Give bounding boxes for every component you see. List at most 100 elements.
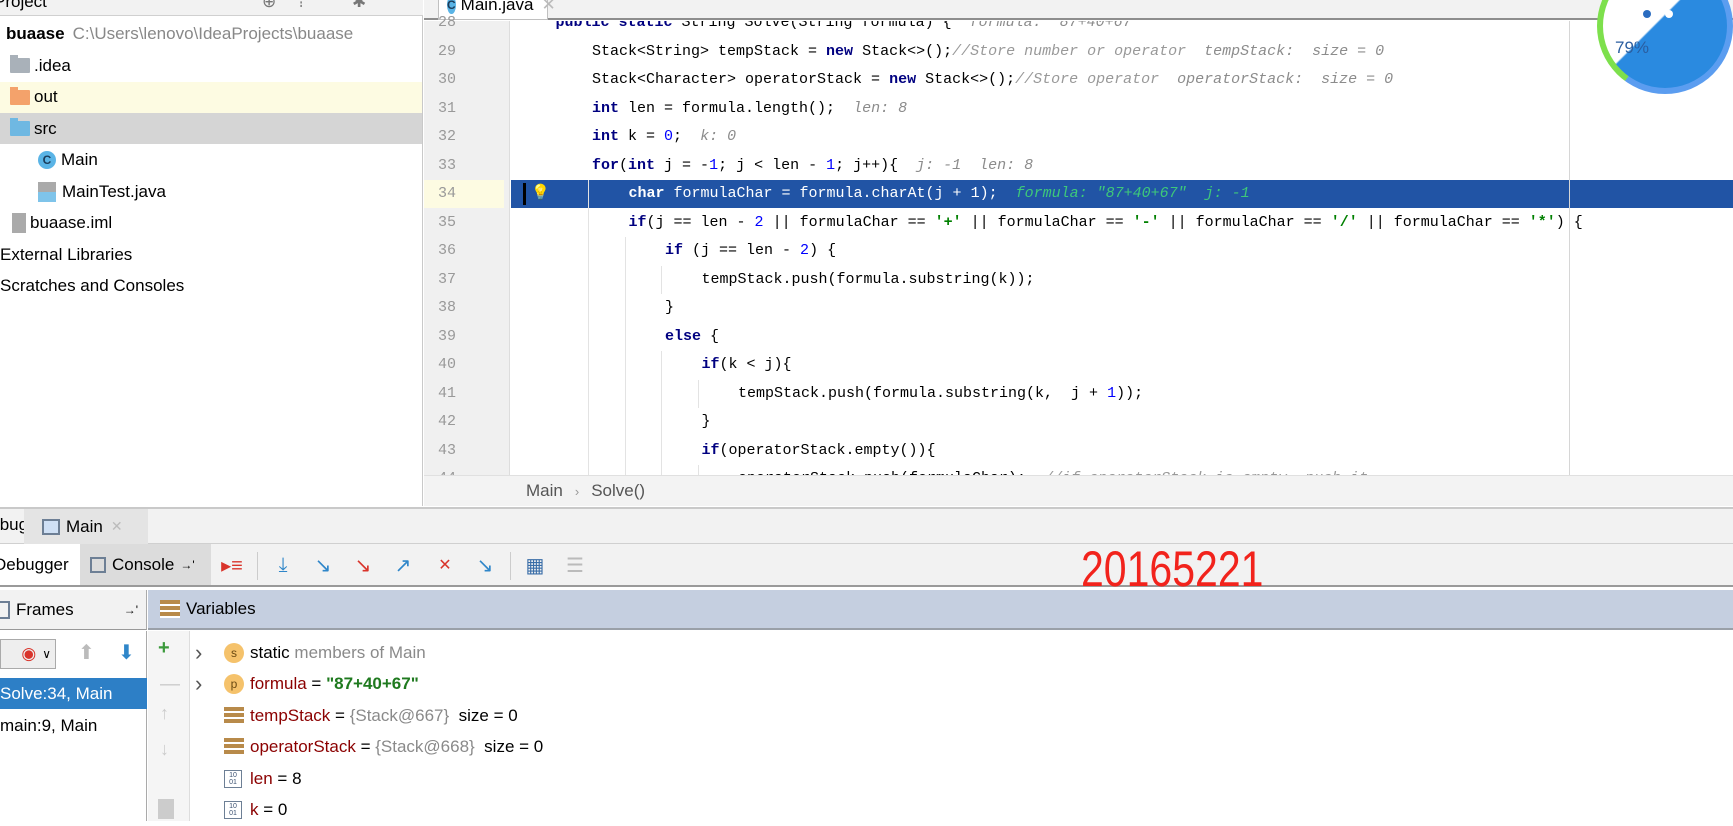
tree-item[interactable]: Scratches and Consoles — [0, 271, 422, 302]
frame-item[interactable]: Solve:34, Main — [0, 678, 147, 709]
arrow-up-icon[interactable]: ⬆ — [78, 640, 95, 665]
code-line[interactable]: if (j == len - 2) { — [511, 237, 1733, 266]
code-line[interactable]: if(operatorStack.empty()){ — [511, 436, 1733, 465]
run-to-cursor-icon[interactable]: ↘ — [472, 552, 498, 578]
line-number[interactable]: 35 — [430, 209, 470, 237]
tree-item-label: External Libraries — [0, 244, 133, 264]
code-line[interactable]: } — [511, 408, 1733, 437]
variables-panel: › s static members of Main › p formula = "87+… — [191, 631, 1733, 821]
code-line[interactable]: } — [511, 294, 1733, 323]
move-up-icon[interactable]: ↑ — [160, 703, 169, 724]
line-number[interactable]: 43 — [430, 437, 470, 465]
editor-gutter[interactable]: 2829303132333435363738394041424344 — [424, 14, 510, 487]
code-line[interactable]: int len = formula.length(); len: 8 — [511, 95, 1733, 123]
line-number[interactable]: 34 — [424, 180, 504, 208]
close-icon[interactable]: ✕ — [541, 0, 555, 15]
code-line[interactable]: Stack<Character> operatorStack = new Sta… — [511, 66, 1733, 94]
indent-guide — [661, 465, 662, 475]
tree-item[interactable]: .idea — [0, 50, 422, 81]
line-number[interactable]: 36 — [430, 237, 470, 265]
line-number[interactable]: 40 — [430, 351, 470, 379]
line-number[interactable]: 28 — [430, 9, 470, 37]
arrow-down-icon[interactable]: ⬇ — [118, 640, 135, 665]
lightbulb-icon[interactable]: 💡 — [531, 180, 550, 208]
tree-item[interactable]: src — [0, 113, 422, 144]
code-line[interactable]: tempStack.push(formula.substring(k)); — [511, 265, 1733, 294]
drop-frame-icon[interactable]: ✕ — [432, 552, 458, 578]
code-token: ; j++){ — [835, 156, 917, 174]
code-token: len = formula.length(); — [628, 99, 854, 117]
expand-chevron-icon[interactable]: › — [191, 671, 224, 697]
line-number[interactable]: 29 — [430, 38, 470, 66]
code-line[interactable]: if(k < j){ — [511, 351, 1733, 380]
breadcrumb: Main › Solve() — [424, 475, 1733, 506]
pin-icon[interactable]: →' — [124, 603, 138, 617]
tree-item[interactable]: out — [0, 81, 422, 113]
code-token: new — [826, 42, 863, 60]
close-icon[interactable]: ✕ — [111, 518, 123, 535]
tab-console[interactable]: Console →' — [80, 544, 211, 585]
code-token: tempStack.push(formula.substring(k, j + — [738, 384, 1108, 402]
variable-row[interactable]: 10 01 len = 8 — [224, 763, 302, 794]
show-execution-point-icon[interactable]: ▸≡ — [219, 552, 245, 578]
line-number[interactable]: 33 — [430, 152, 470, 180]
project-panel-title[interactable]: Project — [0, 0, 47, 12]
code-token: for — [592, 156, 620, 174]
line-number[interactable]: 31 — [430, 95, 470, 123]
code-line[interactable]: int k = 0; k: 0 — [511, 123, 1733, 151]
collapse-icon[interactable]: ⇡ — [294, 0, 308, 12]
trace-current-stream-icon[interactable]: ☰ — [562, 552, 588, 578]
step-out-icon[interactable]: ↗ — [390, 552, 416, 578]
gear-icon[interactable]: ✱ — [352, 0, 366, 12]
code-line[interactable]: if(j == len - 2 || formulaChar == '+' ||… — [511, 208, 1733, 237]
locate-icon[interactable]: ⊕ — [262, 0, 276, 12]
tree-item[interactable]: External Libraries — [0, 239, 422, 270]
code-line[interactable]: public static String Solve(String formul… — [511, 21, 1733, 37]
line-number[interactable]: 41 — [430, 380, 470, 408]
tree-item[interactable]: buaase.iml — [0, 208, 422, 239]
debug-session-tab[interactable]: Main ✕ — [24, 509, 148, 544]
variable-row[interactable]: operatorStack = {Stack@668} size = 0 — [224, 732, 543, 763]
line-number[interactable]: 37 — [430, 266, 470, 294]
code-line[interactable]: 💡 char formulaChar = formula.charAt(j + 1… — [511, 180, 1733, 209]
variable-row[interactable]: tempStack = {Stack@667} size = 0 — [224, 700, 518, 731]
breadcrumb-class[interactable]: Main — [526, 481, 563, 501]
line-number[interactable]: 39 — [430, 323, 470, 351]
copy-icon[interactable] — [158, 799, 174, 819]
line-number[interactable]: 32 — [430, 123, 470, 151]
step-over-icon[interactable]: ⤓ — [270, 552, 296, 578]
code-line[interactable]: for(int j = -1; j < len - 1; j++){ j: -1… — [511, 152, 1733, 180]
frame-item[interactable]: main:9, Main — [0, 710, 147, 741]
code-line[interactable]: operatorStack.push(formulaChar); //if op… — [511, 465, 1733, 475]
pin-icon[interactable]: →' — [180, 558, 194, 572]
indent-guide — [588, 208, 589, 237]
code-token: tempStack.push(formula.substring(k)); — [701, 270, 1035, 288]
variable-row[interactable]: › p formula = "87+40+67" — [191, 669, 419, 700]
force-step-into-icon[interactable]: ↘ — [350, 552, 376, 578]
variable-row[interactable]: › s static members of Main — [191, 637, 426, 668]
expand-chevron-icon[interactable]: › — [191, 640, 224, 666]
breadcrumb-method[interactable]: Solve() — [591, 481, 645, 501]
code-token: tempStack: size = 0 — [1204, 42, 1385, 60]
line-number[interactable]: 42 — [430, 408, 470, 436]
code-editor[interactable]: public static String Solve(String formul… — [511, 21, 1733, 475]
line-number[interactable]: 30 — [430, 66, 470, 94]
tree-item[interactable]: C Main — [0, 145, 422, 176]
add-watch-icon[interactable]: + — [158, 637, 170, 660]
tree-item-root[interactable]: buaase C:\Users\lenovo\IdeaProjects\buaas… — [0, 18, 422, 49]
remove-watch-icon[interactable]: — — [160, 673, 180, 696]
indent-guide — [624, 351, 626, 380]
step-into-icon[interactable]: ↘ — [310, 552, 336, 578]
code-line[interactable]: else { — [511, 322, 1733, 351]
move-down-icon[interactable]: ↓ — [160, 739, 169, 760]
evaluate-expression-icon[interactable]: ▦ — [522, 552, 548, 578]
line-number[interactable]: 38 — [430, 294, 470, 322]
right-margin-guide — [1569, 21, 1570, 475]
tree-item[interactable]: MainTest.java — [0, 176, 422, 207]
tab-debugger[interactable]: Debugger — [0, 544, 80, 585]
code-line[interactable]: Stack<String> tempStack = new Stack<>();… — [511, 38, 1733, 66]
code-line[interactable]: tempStack.push(formula.substring(k, j + … — [511, 379, 1733, 408]
thread-selector[interactable]: ◉ ∨ — [0, 639, 56, 669]
indent-guide — [697, 379, 699, 408]
code-token: 1 — [826, 156, 836, 174]
